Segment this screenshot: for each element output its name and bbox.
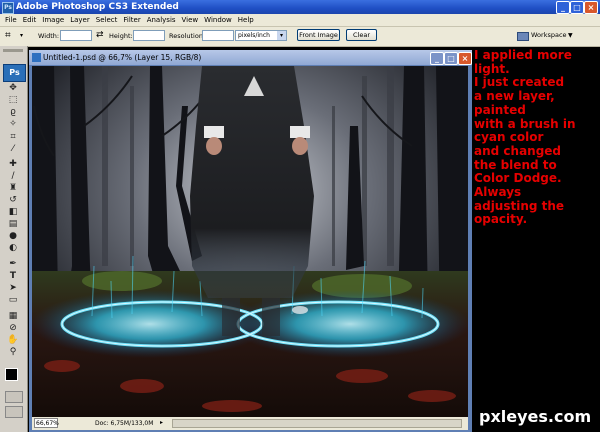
toolbox: Ps ✥ ⬚ ϱ ✧ ⌗ ⁄ ✚ ∕ ♜ ↺ ◧ ▤ ● ◐ ✒ T ➤ ▭ ▦… — [0, 46, 28, 432]
dodge-icon[interactable]: ◐ — [5, 243, 21, 254]
annotation-line: and changed — [474, 143, 562, 158]
width-label: Width: — [38, 32, 60, 40]
menu-file[interactable]: File — [2, 14, 20, 26]
swap-dimensions-icon[interactable]: ⇄ — [96, 30, 104, 40]
quick-mask-icon[interactable] — [5, 391, 23, 403]
crop-tool-icon[interactable]: ⌗ — [5, 132, 21, 143]
workspace-label: Workspace — [531, 31, 567, 39]
app-logo-icon: Ps — [2, 2, 14, 14]
height-label: Height: — [109, 32, 133, 40]
eyedropper-icon[interactable]: ⁄ — [5, 144, 21, 155]
blur-icon[interactable]: ● — [5, 231, 21, 242]
horizontal-scrollbar[interactable] — [172, 419, 462, 428]
annotation-line: the blend to — [474, 157, 557, 172]
doc-maximize-button[interactable]: □ — [444, 52, 458, 65]
doc-minimize-button[interactable]: _ — [430, 52, 444, 65]
watermark: pxleyes.com — [479, 407, 592, 426]
menu-view[interactable]: View — [179, 14, 202, 26]
app-title-bar: Ps Adobe Photoshop CS3 Extended _ □ × — [0, 0, 600, 14]
annotation-line: with a brush in — [474, 116, 576, 131]
stamp-icon[interactable]: ♜ — [5, 183, 21, 194]
healing-icon[interactable]: ✚ — [5, 159, 21, 170]
annotation-line: adjusting the — [474, 198, 565, 213]
maximize-button[interactable]: □ — [570, 1, 584, 14]
artwork — [32, 66, 468, 417]
document-title-bar[interactable]: Untitled-1.psd @ 66,7% (Layer 15, RGB/8)… — [29, 50, 472, 65]
gradient-icon[interactable]: ▤ — [5, 219, 21, 230]
annotation-line: light. — [474, 61, 510, 76]
hand-icon[interactable]: ✋ — [5, 335, 21, 346]
eyedropper-sample-icon[interactable]: ⊘ — [5, 323, 21, 334]
resolution-input[interactable] — [202, 30, 234, 41]
notes-icon[interactable]: ▦ — [5, 311, 21, 322]
front-image-button[interactable]: Front Image — [297, 29, 340, 41]
magic-wand-icon[interactable]: ✧ — [5, 119, 21, 130]
menu-bar: File Edit Image Layer Select Filter Analysis Vi… — [0, 14, 600, 27]
zoom-field[interactable]: 66,67% — [34, 418, 59, 428]
tutorial-annotation: I applied more light. I just created a n… — [474, 48, 599, 227]
document-icon — [32, 53, 41, 62]
image-canvas[interactable] — [32, 66, 468, 417]
menu-window[interactable]: Window — [201, 14, 235, 26]
foreground-color-swatch[interactable] — [5, 368, 18, 381]
annotation-line: I applied more — [474, 48, 572, 62]
width-input[interactable] — [60, 30, 92, 41]
tool-preset-chevron-down-icon[interactable]: ▾ — [20, 32, 23, 39]
clear-button[interactable]: Clear — [346, 29, 377, 41]
annotation-line: opacity. — [474, 212, 528, 227]
options-bar: ⌗ ▾ Width: ⇄ Height: Resolution: pixels/… — [0, 27, 600, 47]
annotation-line: painted — [474, 102, 526, 117]
menu-filter[interactable]: Filter — [120, 14, 143, 26]
menu-help[interactable]: Help — [235, 14, 257, 26]
zoom-icon[interactable]: ⚲ — [5, 347, 21, 358]
status-bar: 66,67% Doc: 6,75M/133,0M ▸ — [32, 417, 468, 430]
close-button[interactable]: × — [584, 1, 598, 14]
menu-edit[interactable]: Edit — [20, 14, 40, 26]
menu-image[interactable]: Image — [39, 14, 67, 26]
document-window: Untitled-1.psd @ 66,7% (Layer 15, RGB/8)… — [29, 50, 472, 432]
doc-size-info: Doc: 6,75M/133,0M — [95, 420, 154, 427]
resolution-unit-select[interactable]: pixels/inch ▾ — [235, 30, 287, 41]
annotation-line: Always — [474, 185, 522, 200]
annotation-line: Color Dodge. — [474, 171, 562, 186]
type-icon[interactable]: T — [5, 271, 21, 282]
status-menu-chevron-icon[interactable]: ▸ — [160, 419, 163, 426]
pen-icon[interactable]: ✒ — [5, 259, 21, 270]
move-icon[interactable]: ✥ — [5, 83, 21, 94]
workspace-chevron-down-icon: ▼ — [568, 32, 573, 39]
photoshop-logo[interactable]: Ps — [3, 64, 26, 82]
menu-select[interactable]: Select — [93, 14, 121, 26]
resolution-label: Resolution: — [169, 32, 206, 40]
menu-layer[interactable]: Layer — [67, 14, 93, 26]
minimize-button[interactable]: _ — [556, 1, 570, 14]
workspace-menu[interactable]: Workspace ▼ — [517, 29, 595, 42]
app-title: Adobe Photoshop CS3 Extended — [16, 2, 179, 12]
marquee-icon[interactable]: ⬚ — [5, 95, 21, 106]
workspace-icon — [517, 32, 529, 41]
crop-icon[interactable]: ⌗ — [5, 30, 19, 42]
brush-icon[interactable]: ∕ — [5, 171, 21, 182]
chevron-down-icon: ▾ — [277, 31, 286, 40]
annotation-line: a new layer, — [474, 89, 555, 104]
eraser-icon[interactable]: ◧ — [5, 207, 21, 218]
history-brush-icon[interactable]: ↺ — [5, 195, 21, 206]
menu-analysis[interactable]: Analysis — [144, 14, 179, 26]
screen-mode-icon[interactable] — [5, 406, 23, 418]
lasso-icon[interactable]: ϱ — [5, 107, 21, 118]
height-input[interactable] — [133, 30, 165, 41]
annotation-line: I just created — [474, 75, 565, 90]
annotation-line: cyan color — [474, 130, 544, 145]
toolbox-grip[interactable] — [3, 49, 23, 52]
resolution-unit-value: pixels/inch — [238, 32, 270, 39]
document-title: Untitled-1.psd @ 66,7% (Layer 15, RGB/8) — [43, 53, 202, 62]
doc-close-button[interactable]: × — [458, 52, 472, 65]
path-select-icon[interactable]: ➤ — [5, 283, 21, 294]
shape-icon[interactable]: ▭ — [5, 295, 21, 306]
